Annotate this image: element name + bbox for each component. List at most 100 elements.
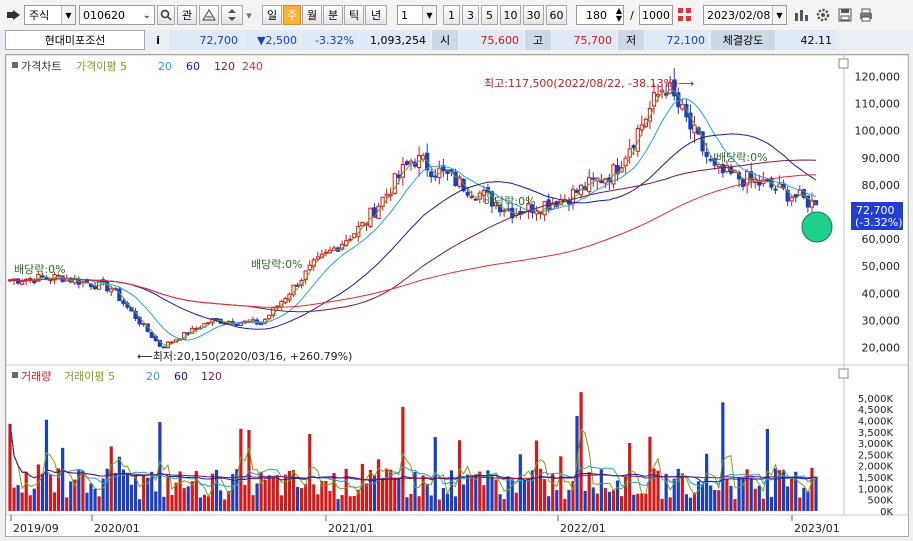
volume-bar [206,496,211,511]
volume-bar [81,470,85,511]
count-settings-icon[interactable] [675,5,695,25]
search-icon [160,9,172,21]
volume-bar [559,456,563,511]
volume-bar [725,478,729,511]
arrow-link-icon[interactable] [6,5,22,25]
volume-bar [340,495,344,511]
volume-bar [429,495,433,511]
chart-area: 가격차트 가격이평 5 20 60 120 240 거래량 거래이평 5 20 … [5,54,909,537]
candle [692,124,697,134]
volume-bar [316,494,320,511]
candle [631,145,636,149]
favorite-button[interactable]: 관 [177,5,197,25]
chevron-down-icon: ⌄ [142,9,151,21]
volume-bar [28,495,32,511]
volume-bar [607,491,612,511]
candle [773,188,778,191]
volume-bar [52,492,57,511]
volume-bar [567,489,571,511]
search-button[interactable] [157,5,175,25]
candle [121,300,126,304]
volume-bar [482,485,486,511]
interval-30-button[interactable]: 30 [523,5,544,25]
maximize-panel-button[interactable] [838,58,849,69]
tab-tick[interactable]: 틱 [344,5,364,25]
volume-bar [490,474,494,511]
volume-bar [170,495,174,511]
volume-bar [93,488,97,511]
total-count-input[interactable]: 1000 [639,5,673,25]
high-label: 고 [525,30,551,50]
volume-bar [352,495,356,511]
volume-bar [551,473,555,511]
candle [234,323,239,326]
candle [20,281,25,285]
stock-code-value: 010620 [83,8,125,22]
candle [599,180,604,184]
market-select[interactable]: 주식 ▼ [24,5,76,25]
volume-bar [117,456,121,511]
interval-60-button[interactable]: 60 [546,5,567,25]
stock-chart[interactable]: 가격차트 가격이평 5 20 60 120 240 거래량 거래이평 5 20 … [5,54,910,538]
tab-daily[interactable]: 일 [262,5,282,25]
gear-icon[interactable] [814,5,832,25]
volume-bar [769,496,774,511]
date-tick-label: 2020/01 [94,522,140,535]
volume-bar [453,496,458,511]
volume-tick-label: 1,500K [858,473,894,484]
updown-spinner[interactable] [221,5,243,25]
candle [655,94,661,97]
volume-bar [583,490,587,511]
tab-minute[interactable]: 분 [323,5,343,25]
candle [813,200,819,206]
interval-3-button[interactable]: 3 [462,5,479,25]
volume-tick-label: 3,500K [858,428,894,439]
volume-bar [555,490,559,511]
volume-tick-label: 0K [880,507,893,518]
candle [465,191,470,196]
volume-tick-label: 5,000K [858,394,894,405]
interval-5-button[interactable]: 5 [481,5,498,25]
count-separator: / [630,8,634,22]
save-icon[interactable] [836,5,854,25]
candle [259,322,264,325]
chart-settings-button[interactable] [199,5,219,25]
volume-panel-title: 거래량 [21,370,51,383]
volume-bar [154,491,158,511]
volume-bar [32,488,36,511]
current-price-tag-rate: (-3.32%) [855,216,903,229]
panel-square-icon [12,62,18,68]
stock-code-input[interactable]: 010620 ⌄ [79,5,155,25]
tab-yearly[interactable]: 년 [365,5,387,25]
stock-info-button[interactable]: i [147,30,169,50]
volume-bar [44,419,49,511]
stock-name[interactable]: 현대미포조선 [5,30,145,50]
interval-10-button[interactable]: 10 [500,5,521,25]
volume-bar [526,478,531,511]
volume-bar [219,490,223,511]
volume-bar [619,496,624,511]
tab-monthly[interactable]: 월 [302,5,322,25]
display-count-input[interactable]: 180 ▲ ▼ [576,5,624,25]
print-icon[interactable] [857,5,875,25]
price-tick-label: 50,000 [862,260,901,273]
tab-weekly[interactable]: 주 [283,5,301,25]
chart-type-icon[interactable] [793,5,811,25]
volume-tick-label: 3,000K [858,439,894,450]
volume-bar [409,493,413,511]
volume-bar [790,478,794,511]
volume-bar [757,485,761,511]
candle [789,196,794,202]
change-rate: -3.32% [302,30,358,50]
interval-1-button[interactable]: 1 [443,5,460,25]
maximize-panel-button[interactable] [838,368,849,379]
strength-value: 42.11 [776,30,836,50]
low-price: 72,100 [645,30,709,50]
candle [659,89,665,93]
interval-select[interactable]: 1 ▼ [397,5,437,25]
candle [307,264,312,271]
date-select[interactable]: 2023/02/08 ▼ [703,5,787,25]
ma-120-label: 120 [214,60,235,73]
volume-bar [636,493,640,511]
date-tick-label: 2023/01 [794,522,840,535]
